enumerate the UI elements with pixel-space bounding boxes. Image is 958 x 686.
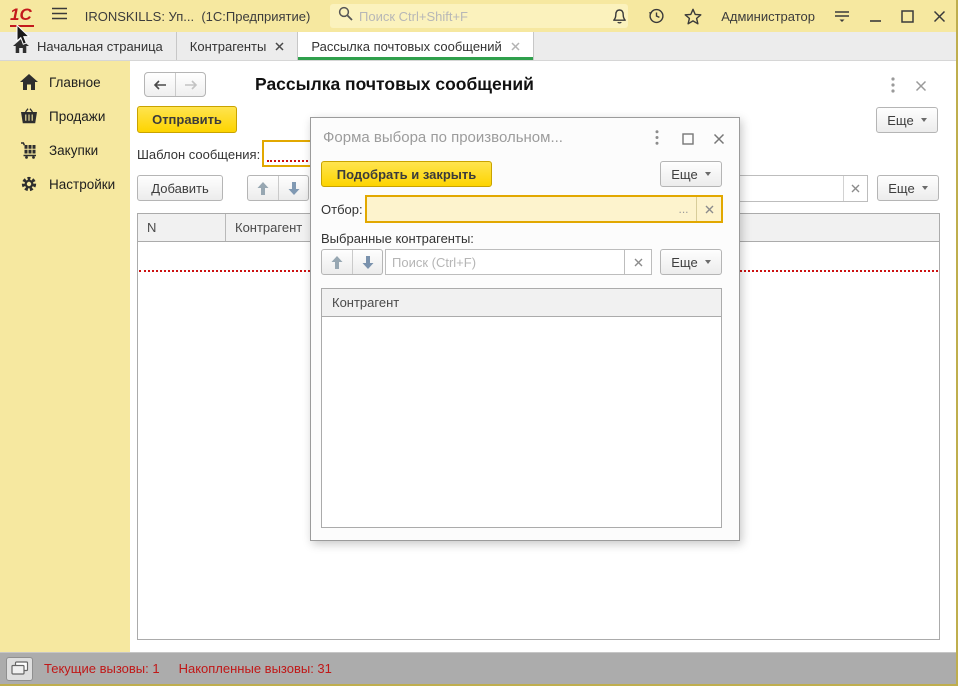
move-down-button[interactable] <box>352 250 382 274</box>
server-calls-icon <box>6 657 33 681</box>
gear-icon <box>18 175 40 193</box>
chevron-down-icon <box>705 260 711 264</box>
pick-and-close-button[interactable]: Подобрать и закрыть <box>321 161 492 187</box>
dialog-search-box[interactable] <box>385 249 625 275</box>
chevron-down-icon <box>705 172 711 176</box>
notifications-bell-icon[interactable] <box>611 8 628 25</box>
add-button[interactable]: Добавить <box>137 175 223 201</box>
filter-choose-button[interactable]: ... <box>671 197 696 221</box>
favorites-star-icon[interactable] <box>684 8 702 25</box>
sidebar-item-label: Продажи <box>49 109 105 124</box>
move-up-button[interactable] <box>322 250 352 274</box>
filter-input-value <box>367 197 671 221</box>
dialog-clear-search-button[interactable] <box>624 249 652 275</box>
dialog-more-button[interactable]: Еще <box>660 161 722 187</box>
dialog-row-move-buttons <box>321 249 383 275</box>
cart-icon <box>18 142 40 159</box>
dialog-title: Форма выбора по произвольном... <box>323 129 648 146</box>
selected-counterparties-table: Контрагент <box>321 288 722 528</box>
search-icon <box>338 6 353 26</box>
sidebar-item-main[interactable]: Главное <box>0 69 130 95</box>
tab-bar: Начальная страница Контрагенты Рассылка … <box>0 32 956 61</box>
back-button[interactable] <box>145 73 175 96</box>
basket-icon <box>18 108 40 124</box>
row-move-buttons <box>247 175 309 201</box>
global-search-input[interactable] <box>359 9 622 24</box>
tab-close-icon[interactable] <box>511 42 520 51</box>
selected-counterparties-label: Выбранные контрагенты: <box>321 231 474 246</box>
sidebar-item-sales[interactable]: Продажи <box>0 103 130 129</box>
current-user[interactable]: Администратор <box>721 9 815 24</box>
tab-close-icon[interactable] <box>275 42 284 51</box>
global-search-box[interactable] <box>330 4 628 28</box>
history-icon[interactable] <box>647 7 665 25</box>
tab-home[interactable]: Начальная страница <box>0 32 177 60</box>
accumulated-calls-text: Накопленные вызовы: 31 <box>179 661 332 676</box>
column-header-n[interactable]: N <box>138 214 226 241</box>
move-up-button[interactable] <box>248 176 278 200</box>
sections-panel: Главное Продажи Закупки Настройки <box>0 61 130 654</box>
maximize-button[interactable] <box>901 10 914 23</box>
tab-counterparties[interactable]: Контрагенты <box>177 32 299 60</box>
app-title: IRONSKILLS: Уп... (1С:Предприятие) <box>85 9 311 24</box>
table-header: Контрагент <box>322 289 721 317</box>
home-icon <box>13 39 29 53</box>
tab-label: Контрагенты <box>190 39 267 54</box>
sidebar-item-label: Настройки <box>49 177 115 192</box>
functions-menu-icon[interactable] <box>834 9 850 23</box>
dialog-close-icon[interactable] <box>713 132 725 150</box>
titlebar-actions: Администратор <box>611 0 946 32</box>
tab-label: Рассылка почтовых сообщений <box>311 39 501 54</box>
page-title: Рассылка почтовых сообщений <box>255 74 534 95</box>
filter-input[interactable]: ... <box>365 195 723 223</box>
filter-label: Отбор: <box>321 202 363 217</box>
sidebar-item-settings[interactable]: Настройки <box>0 171 130 197</box>
form-close-icon[interactable] <box>915 79 927 97</box>
chevron-down-icon <box>921 118 927 122</box>
tab-label: Начальная страница <box>37 39 163 54</box>
move-down-button[interactable] <box>278 176 308 200</box>
dialog-list-more-button[interactable]: Еще <box>660 249 722 275</box>
minimize-button[interactable] <box>869 10 882 23</box>
column-header-counterparty[interactable]: Контрагент <box>322 289 721 316</box>
list-more-button[interactable]: Еще <box>877 175 939 201</box>
1c-logo: 1С <box>10 6 34 27</box>
send-button[interactable]: Отправить <box>137 106 237 133</box>
template-label: Шаблон сообщения: <box>137 147 260 162</box>
dialog-maximize-icon[interactable] <box>682 132 694 150</box>
chevron-down-icon <box>922 186 928 190</box>
filter-clear-icon[interactable] <box>696 197 721 221</box>
close-button[interactable] <box>933 10 946 23</box>
form-more-button[interactable]: Еще <box>876 107 938 133</box>
sidebar-item-purchases[interactable]: Закупки <box>0 137 130 163</box>
home-icon <box>18 74 40 90</box>
sidebar-item-label: Главное <box>49 75 101 90</box>
app-window: 1С IRONSKILLS: Уп... (1С:Предприятие) Ад… <box>0 0 958 686</box>
title-bar: 1С IRONSKILLS: Уп... (1С:Предприятие) Ад… <box>0 0 956 32</box>
current-calls-text: Текущие вызовы: 1 <box>44 661 160 676</box>
main-menu-button[interactable] <box>51 7 68 25</box>
history-nav-buttons <box>144 72 206 97</box>
forward-button[interactable] <box>175 73 205 96</box>
sidebar-item-label: Закупки <box>49 143 98 158</box>
hamburger-icon <box>51 7 68 25</box>
tab-mailing[interactable]: Рассылка почтовых сообщений <box>298 32 533 60</box>
dialog-search-input[interactable] <box>386 250 624 274</box>
form-more-kebab-icon[interactable] <box>891 77 895 98</box>
selection-form-dialog: Форма выбора по произвольном... Подобрат… <box>310 117 740 541</box>
dialog-more-kebab-icon[interactable] <box>655 130 659 150</box>
clear-search-icon[interactable] <box>843 176 867 201</box>
status-bar: Текущие вызовы: 1 Накопленные вызовы: 31 <box>0 652 956 684</box>
